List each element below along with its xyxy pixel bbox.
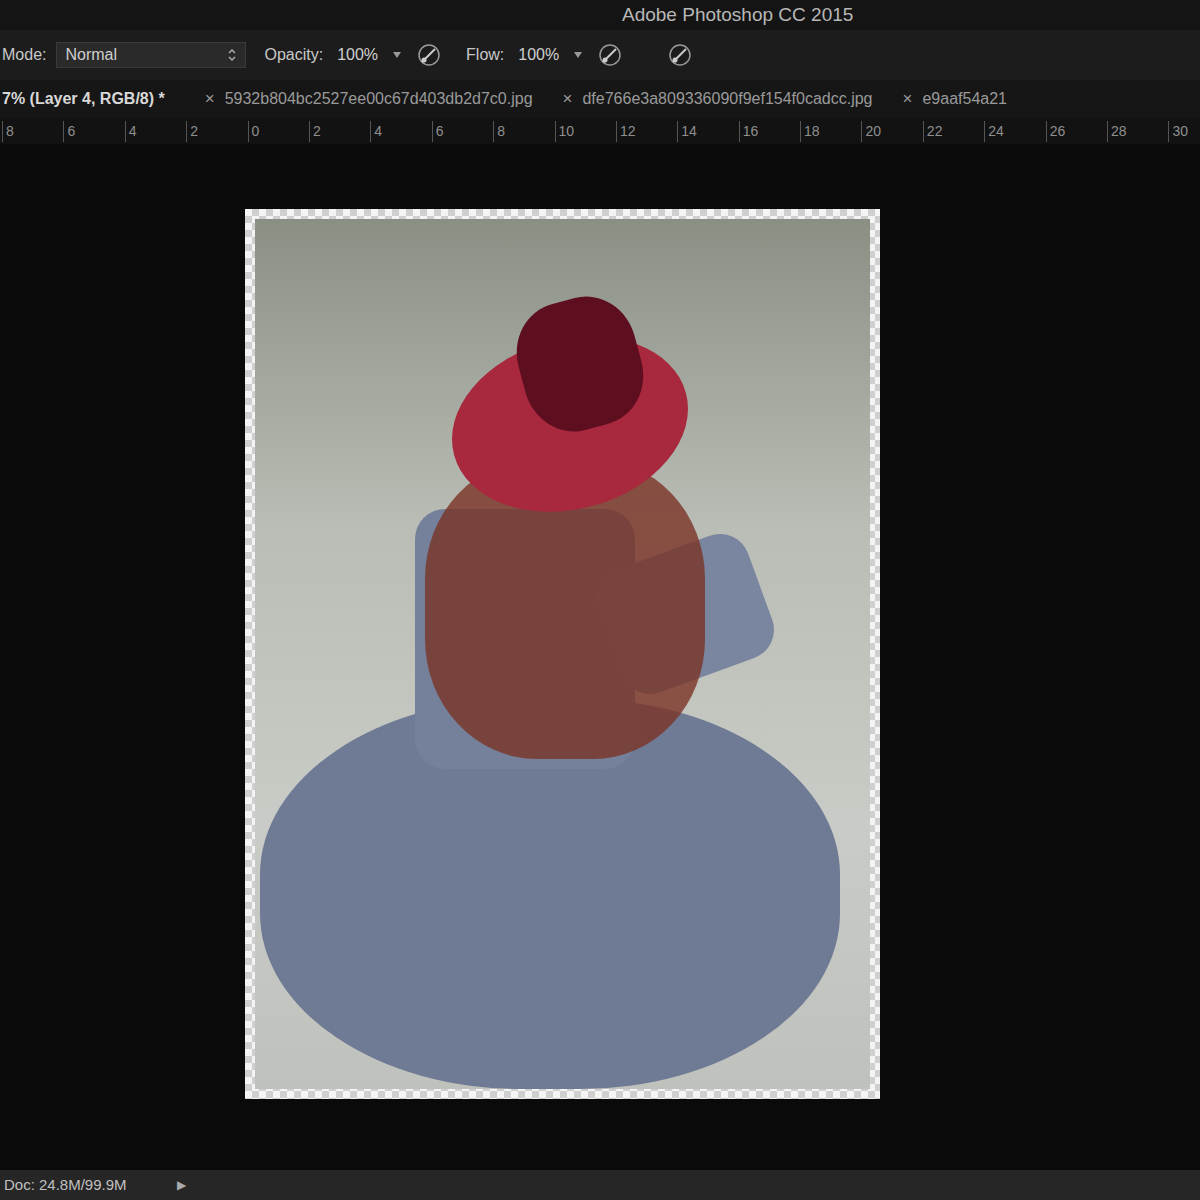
- tab-label: 5932b804bc2527ee00c67d403db2d7c0.jpg: [225, 87, 533, 111]
- tab-label: e9aaf54a21: [922, 87, 1007, 111]
- ruler-tick: 6: [432, 121, 493, 142]
- ruler: 8642024681012141618202224262830: [0, 118, 1200, 144]
- ruler-tick: 14: [677, 121, 738, 142]
- document-canvas[interactable]: [245, 209, 880, 1099]
- ruler-tick: 18: [800, 121, 861, 142]
- flow-label: Flow:: [466, 43, 504, 67]
- tab-label: 7% (Layer 4, RGB/8) *: [2, 87, 165, 111]
- ruler-tick: 8: [2, 121, 63, 142]
- ruler-tick: 28: [1107, 121, 1168, 142]
- ruler-tick: 20: [861, 121, 922, 142]
- dropdown-arrow-icon[interactable]: [227, 48, 237, 62]
- mode-dropdown[interactable]: Normal: [56, 42, 246, 68]
- pressure-size-icon[interactable]: [667, 42, 693, 68]
- status-menu-arrow[interactable]: ▶: [177, 1176, 186, 1194]
- tab-label: dfe766e3a809336090f9ef154f0cadcc.jpg: [582, 87, 872, 111]
- pressure-opacity-icon[interactable]: [416, 42, 442, 68]
- opacity-field[interactable]: 100%: [333, 43, 406, 67]
- document-tab[interactable]: 7% (Layer 4, RGB/8) *: [2, 87, 175, 111]
- ruler-tick: 6: [63, 121, 124, 142]
- document-tabs: 7% (Layer 4, RGB/8) * × 5932b804bc2527ee00…: [0, 80, 1200, 118]
- ruler-tick: 30: [1168, 121, 1200, 142]
- ruler-tick: 2: [309, 121, 370, 142]
- tab-close[interactable]: ×: [205, 86, 215, 112]
- dropdown-caret-icon[interactable]: [392, 51, 402, 59]
- title-bar: Adobe Photoshop CC 2015: [0, 0, 1200, 30]
- ruler-tick: 26: [1046, 121, 1107, 142]
- airbrush-icon[interactable]: [597, 42, 623, 68]
- ruler-tick: 8: [493, 121, 554, 142]
- opacity-value: 100%: [337, 43, 378, 67]
- ruler-tick: 4: [370, 121, 431, 142]
- photoshop-window: Adobe Photoshop CC 2015 Mode: Normal Opacit…: [0, 0, 1200, 1200]
- document-tab[interactable]: × e9aaf54a21: [903, 86, 1007, 112]
- tab-close[interactable]: ×: [563, 86, 573, 112]
- flow-field[interactable]: 100%: [514, 43, 587, 67]
- document-tab[interactable]: × 5932b804bc2527ee00c67d403db2d7c0.jpg: [205, 86, 533, 112]
- tab-close[interactable]: ×: [903, 86, 913, 112]
- flow-value: 100%: [518, 43, 559, 67]
- artwork-photo: [255, 219, 870, 1089]
- opacity-label: Opacity:: [264, 43, 323, 67]
- ruler-tick: 24: [984, 121, 1045, 142]
- dropdown-caret-icon[interactable]: [573, 51, 583, 59]
- mode-value: Normal: [65, 43, 117, 67]
- ruler-tick: 4: [125, 121, 186, 142]
- ruler-tick: 16: [739, 121, 800, 142]
- document-tab[interactable]: × dfe766e3a809336090f9ef154f0cadcc.jpg: [563, 86, 873, 112]
- status-bar: Doc: 24.8M/99.9M ▶: [0, 1170, 1200, 1200]
- mode-label: Mode:: [2, 43, 46, 67]
- window-title: Adobe Photoshop CC 2015: [622, 1, 853, 30]
- doc-size: Doc: 24.8M/99.9M: [4, 1174, 127, 1197]
- ruler-tick: 0: [248, 121, 309, 142]
- canvas-area: [0, 144, 1200, 1170]
- ruler-tick: 10: [555, 121, 616, 142]
- ruler-tick: 2: [186, 121, 247, 142]
- ruler-tick: 22: [923, 121, 984, 142]
- options-bar: Mode: Normal Opacity: 100% Flow: 100%: [0, 30, 1200, 80]
- ruler-tick: 12: [616, 121, 677, 142]
